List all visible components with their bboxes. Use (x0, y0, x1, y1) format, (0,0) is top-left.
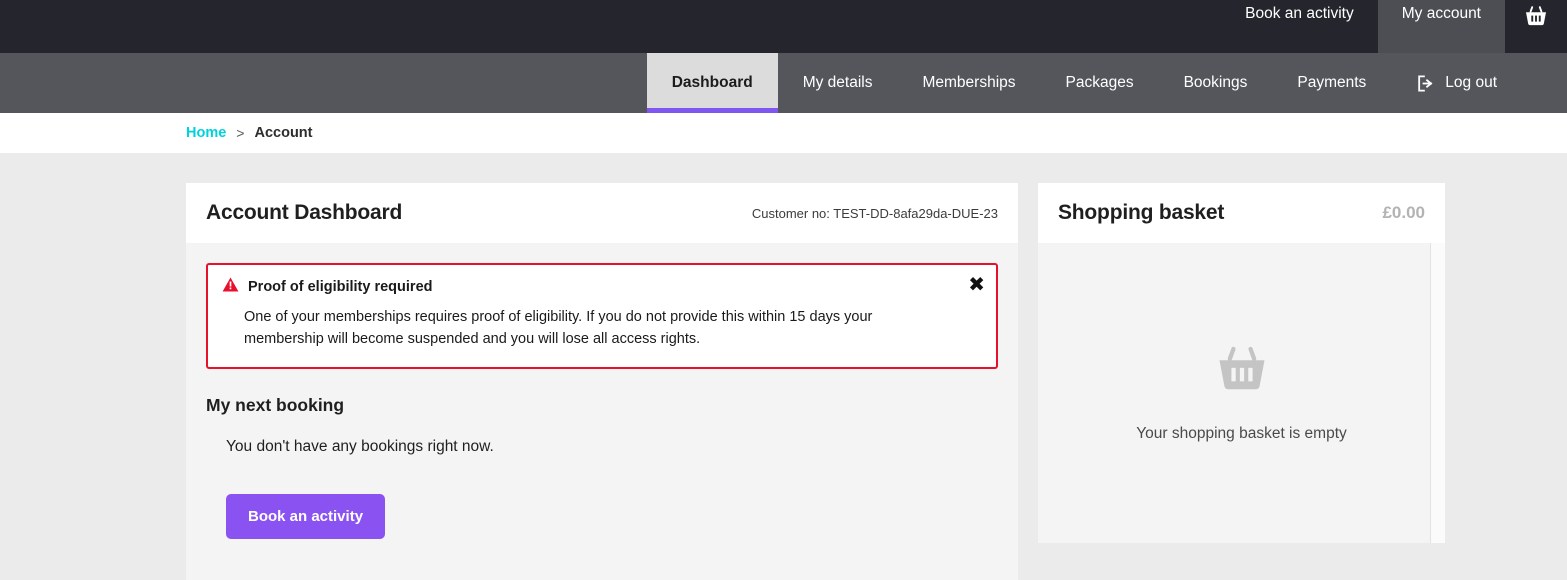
warning-triangle-icon (222, 277, 239, 297)
close-icon[interactable]: ✖ (968, 274, 985, 294)
shopping-basket-header: Shopping basket £0.00 (1038, 183, 1445, 243)
alert-body-text: One of your memberships requires proof o… (244, 309, 873, 348)
topbar-basket-button[interactable] (1505, 0, 1567, 53)
next-booking-empty-text: You don't have any bookings right now. (226, 437, 494, 455)
nav-item-packages[interactable]: Packages (1041, 53, 1159, 113)
topbar-item-label: My account (1401, 5, 1481, 23)
nav-item-payments[interactable]: Payments (1272, 53, 1391, 113)
basket-icon (1213, 344, 1271, 403)
page-title: Account Dashboard (206, 201, 403, 224)
basket-icon (1523, 5, 1549, 34)
shopping-basket-scrollbar[interactable] (1430, 243, 1445, 543)
shopping-basket-total: £0.00 (1382, 203, 1425, 222)
shopping-basket-empty-text: Your shopping basket is empty (1136, 424, 1347, 442)
nav-item-label: Packages (1065, 74, 1134, 91)
customer-number: Customer no: TEST-DD-8afa29da-DUE-23 (751, 205, 998, 221)
nav-item-my-details[interactable]: My details (778, 53, 898, 113)
nav-item-memberships[interactable]: Memberships (897, 53, 1040, 113)
chevron-right-icon: > (236, 125, 245, 141)
topbar-item-my-account[interactable]: My account (1377, 0, 1505, 53)
main-navigation: Dashboard My details Memberships Package… (0, 53, 1567, 113)
nav-item-label: My details (802, 74, 873, 91)
account-dashboard-body: Proof of eligibility required One of you… (186, 243, 1018, 559)
topbar-item-book-an-activity[interactable]: Book an activity (1221, 0, 1378, 53)
nav-item-log-out[interactable]: Log out (1391, 53, 1522, 113)
account-dashboard-header: Account Dashboard Customer no: TEST-DD-8… (186, 183, 1018, 243)
alert-title: Proof of eligibility required (248, 279, 433, 295)
next-booking-heading: My next booking (206, 394, 345, 415)
shopping-basket-card: Shopping basket £0.00 Your shopping bask… (1038, 183, 1445, 543)
book-an-activity-button[interactable]: Book an activity (226, 493, 386, 539)
shopping-basket-title: Shopping basket (1058, 201, 1225, 224)
alert-header: Proof of eligibility required (222, 277, 980, 297)
breadcrumb-link-home[interactable]: Home (186, 125, 226, 141)
breadcrumb-current-account: Account (254, 125, 313, 141)
nav-item-label: Payments (1297, 74, 1367, 91)
nav-item-label: Memberships (922, 74, 1016, 91)
account-dashboard-card: Account Dashboard Customer no: TEST-DD-8… (186, 183, 1018, 580)
eligibility-alert: Proof of eligibility required One of you… (206, 263, 998, 369)
nav-item-label: Bookings (1183, 74, 1248, 91)
nav-item-label: Dashboard (671, 74, 753, 91)
nav-item-label: Log out (1445, 74, 1497, 91)
shopping-basket-empty-state: Your shopping basket is empty (1038, 243, 1445, 543)
logout-icon (1416, 74, 1435, 93)
nav-item-bookings[interactable]: Bookings (1159, 53, 1273, 113)
page-content: Account Dashboard Customer no: TEST-DD-8… (0, 153, 1567, 580)
top-utility-bar: Book an activity My account (0, 0, 1567, 53)
topbar-item-label: Book an activity (1245, 5, 1354, 23)
breadcrumb: Home > Account (0, 113, 1567, 153)
nav-item-dashboard[interactable]: Dashboard (646, 53, 778, 113)
